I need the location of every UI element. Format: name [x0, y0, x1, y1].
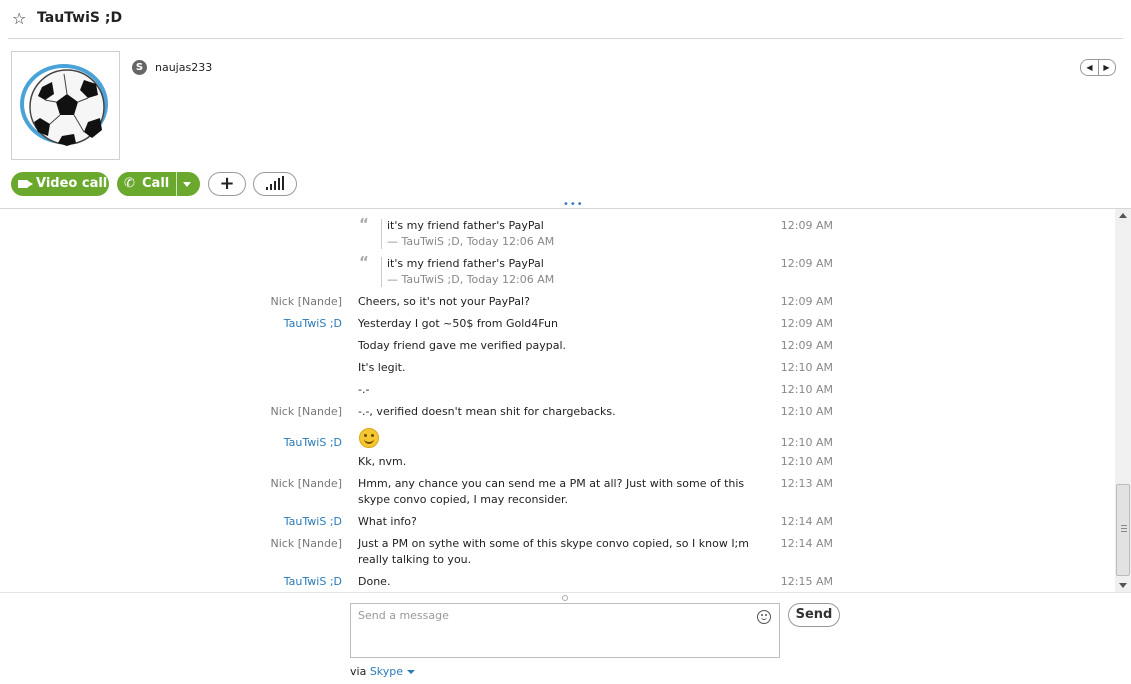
grip-line: [1121, 525, 1127, 526]
message-text: Today friend gave me verified paypal.: [358, 339, 566, 352]
service-name: Skype: [369, 665, 404, 678]
message-sender[interactable]: Nick [Nande]: [200, 477, 342, 490]
message-placeholder: Send a message: [358, 609, 449, 622]
via-service: via Skype: [350, 665, 416, 678]
quote-bar: [381, 219, 382, 249]
message-sender[interactable]: TauTwiS ;D: [200, 317, 342, 330]
message-text: Hmm, any chance you can send me a PM at …: [358, 477, 745, 506]
chat-history: “ it's my friend father's PayPal — TauTw…: [0, 209, 1115, 592]
quote-bar: [381, 257, 382, 287]
quote-icon: “: [359, 215, 369, 233]
message-time: 12:14 AM: [780, 515, 833, 528]
phone-icon: ✆: [124, 176, 135, 191]
message-time: 12:09 AM: [780, 317, 833, 330]
grip-line: [1121, 528, 1127, 529]
send-button[interactable]: Send: [788, 603, 840, 627]
message-time: 12:09 AM: [780, 339, 833, 352]
message-time: 12:15 AM: [780, 575, 833, 588]
call-button[interactable]: ✆ Call: [117, 172, 200, 196]
via-prefix: via: [350, 665, 367, 678]
quote-icon: “: [359, 253, 369, 271]
soccer-ball-icon: [20, 64, 108, 146]
quote-attribution: — TauTwiS ;D, Today 12:06 AM: [387, 273, 555, 286]
message-sender[interactable]: Nick [Nande]: [200, 405, 342, 418]
message-sender[interactable]: TauTwiS ;D: [200, 575, 342, 588]
message-text: It's legit.: [358, 361, 406, 374]
message-text: Just a PM on sythe with some of this sky…: [358, 537, 749, 566]
emoticon-picker-icon[interactable]: [757, 610, 771, 624]
message-sender[interactable]: TauTwiS ;D: [200, 515, 342, 528]
call-quality-button[interactable]: [253, 172, 297, 196]
call-divider: [176, 172, 177, 196]
smile-emoticon-icon: [359, 428, 379, 448]
chevron-down-icon: [407, 670, 416, 674]
message-time: 12:09 AM: [780, 257, 833, 270]
call-label: Call: [142, 176, 170, 191]
video-call-button[interactable]: Video call: [11, 172, 109, 196]
quoted-text: it's my friend father's PayPal: [387, 257, 544, 270]
message-text: Kk, nvm.: [358, 455, 407, 468]
profile-nav: ◀ ▶: [1080, 59, 1116, 76]
skype-status-icon: S: [132, 60, 147, 75]
avatar[interactable]: [11, 51, 120, 160]
message-text: Cheers, so it's not your PayPal?: [358, 295, 530, 308]
message-text: -.-, verified doesn't mean shit for char…: [358, 405, 616, 418]
message-time: 12:10 AM: [780, 405, 833, 418]
conversation-title: TauTwiS ;D: [37, 10, 123, 26]
message-time: 12:10 AM: [780, 455, 833, 468]
message-text: Yesterday I got ~50$ from Gold4Fun: [358, 317, 558, 330]
message-sender[interactable]: Nick [Nande]: [200, 295, 342, 308]
chat-scrollbar[interactable]: [1115, 209, 1131, 592]
scroll-up-icon[interactable]: [1119, 213, 1127, 218]
video-call-label: Video call: [36, 176, 108, 191]
call-dropdown-icon[interactable]: [183, 182, 191, 187]
scroll-thumb[interactable]: [1116, 484, 1130, 576]
message-time: 12:13 AM: [780, 477, 833, 490]
title-divider: [8, 38, 1123, 39]
resize-handle[interactable]: [562, 595, 568, 601]
quote-attribution: — TauTwiS ;D, Today 12:06 AM: [387, 235, 555, 248]
contact-username: naujas233: [155, 61, 213, 74]
message-time: 12:14 AM: [780, 537, 833, 550]
next-arrow-icon[interactable]: ▶: [1098, 60, 1115, 75]
message-text: Done.: [358, 575, 391, 588]
grip-line: [1121, 531, 1127, 532]
scroll-down-icon[interactable]: [1119, 583, 1127, 588]
message-text: -.-: [358, 383, 370, 396]
message-time: 12:09 AM: [780, 219, 833, 232]
compose-divider: [0, 592, 1131, 593]
previous-arrow-icon[interactable]: ◀: [1081, 60, 1099, 75]
message-input[interactable]: Send a message: [350, 603, 780, 658]
message-text: What info?: [358, 515, 417, 528]
favorite-star-icon[interactable]: ☆: [12, 9, 26, 28]
quoted-text: it's my friend father's PayPal: [387, 219, 544, 232]
message-time: 12:09 AM: [780, 295, 833, 308]
add-participants-button[interactable]: +: [208, 172, 246, 196]
message-time: 12:10 AM: [780, 361, 833, 374]
title-bar: ☆ TauTwiS ;D: [0, 0, 1131, 38]
message-time: 12:10 AM: [780, 436, 833, 449]
message-sender[interactable]: Nick [Nande]: [200, 537, 342, 550]
service-selector[interactable]: Skype: [369, 665, 416, 678]
message-time: 12:10 AM: [780, 383, 833, 396]
message-sender[interactable]: TauTwiS ;D: [200, 436, 342, 449]
video-camera-icon: [18, 180, 33, 188]
